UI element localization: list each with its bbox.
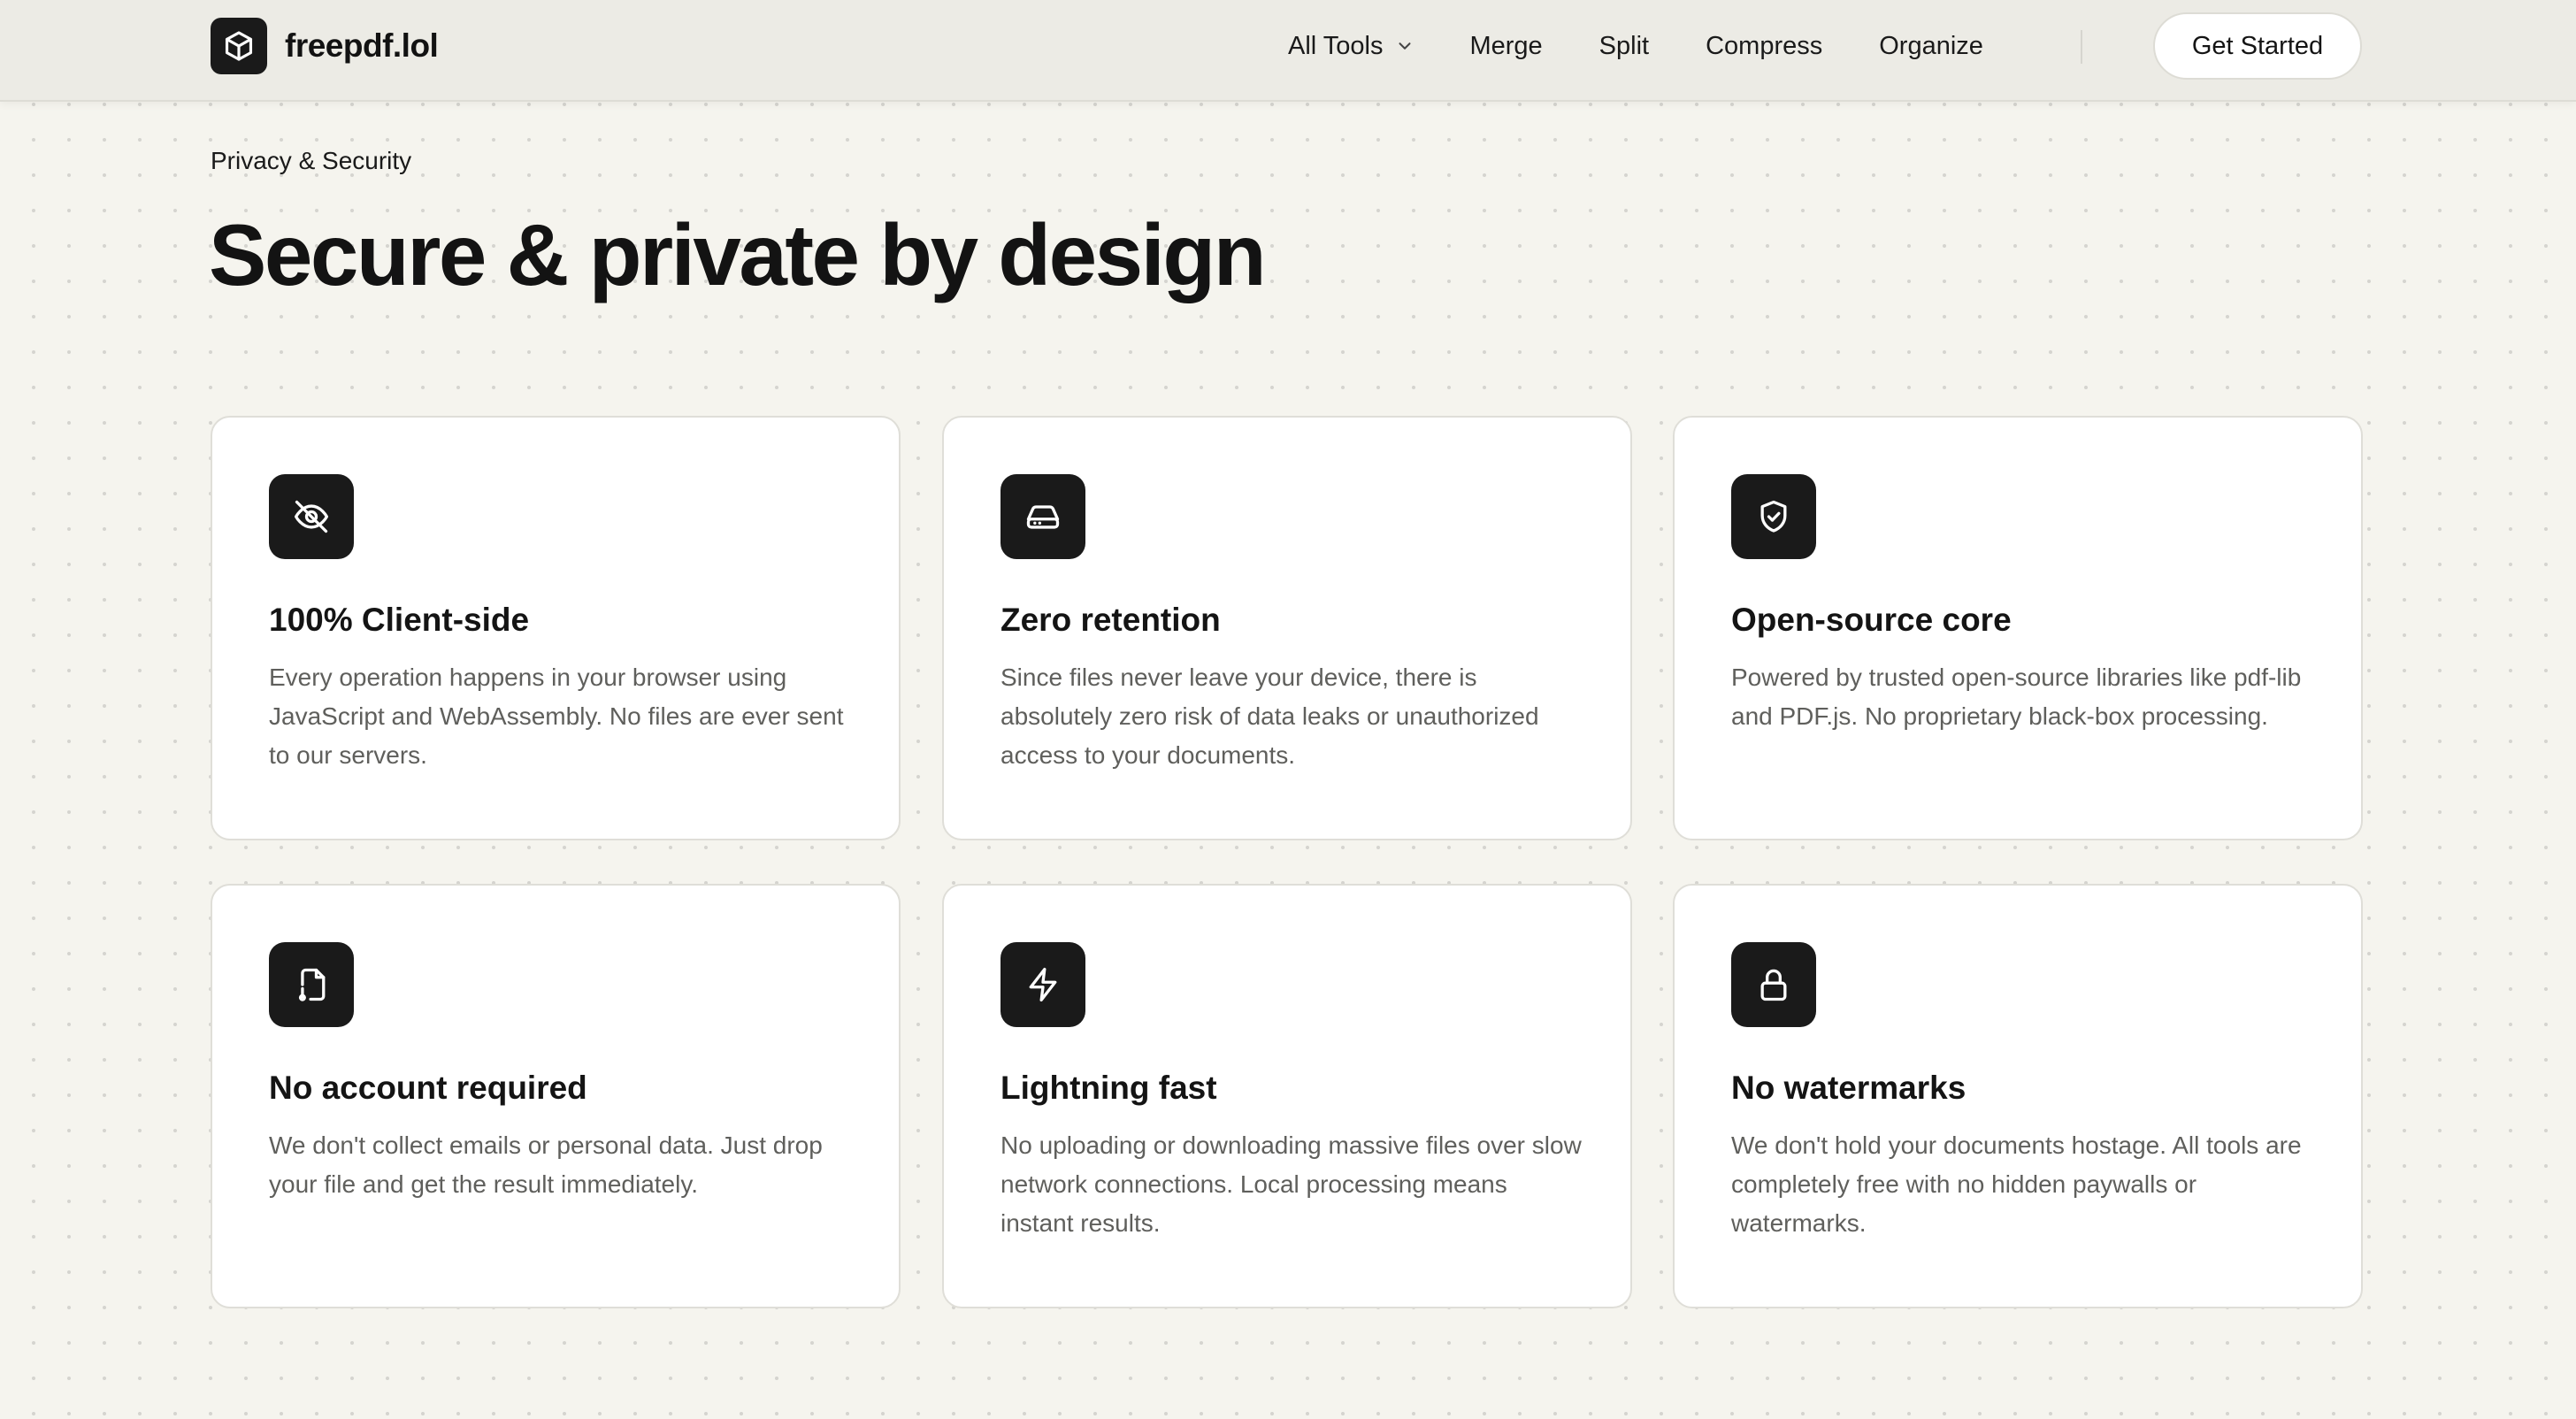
nav-split-link[interactable]: Split <box>1599 32 1649 61</box>
shield-check-icon <box>1731 474 1816 559</box>
feature-description: We don't collect emails or personal data… <box>269 1131 823 1198</box>
feature-card-client-side: 100% Client-side Every operation happens… <box>211 416 901 840</box>
nav-merge-link[interactable]: Merge <box>1469 32 1542 61</box>
nav-divider <box>2081 30 2082 64</box>
nav-organize-link[interactable]: Organize <box>1879 32 1983 61</box>
feature-description: No uploading or downloading massive file… <box>1000 1131 1582 1237</box>
feature-card-no-watermarks: No watermarks We don't hold your documen… <box>1673 884 2363 1308</box>
lock-icon <box>1731 942 1816 1027</box>
hard-drive-icon <box>1000 474 1085 559</box>
page-title: Secure & private by design <box>209 206 1267 303</box>
brand-name: freepdf.lol <box>285 27 439 64</box>
lightning-icon <box>1000 942 1085 1027</box>
feature-card-zero-retention: Zero retention Since files never leave y… <box>942 416 1632 840</box>
nav-compress-link[interactable]: Compress <box>1706 32 1822 61</box>
feature-title: Zero retention <box>1000 602 1221 638</box>
nav-all-tools-label: All Tools <box>1288 31 1384 60</box>
feature-title: 100% Client-side <box>269 602 530 638</box>
main-nav: All Tools Merge Split Compress Organize <box>1288 0 1983 92</box>
feature-title: Lightning fast <box>1000 1070 1217 1106</box>
site-header: freepdf.lol All Tools Merge Split Compre… <box>0 0 2576 102</box>
get-started-button[interactable]: Get Started <box>2153 12 2362 80</box>
brand-logo-link[interactable]: freepdf.lol <box>211 18 439 74</box>
feature-title: No account required <box>269 1070 587 1106</box>
feature-title: No watermarks <box>1731 1070 1966 1106</box>
chevron-down-icon <box>1395 36 1414 56</box>
feature-description: Since files never leave your device, the… <box>1000 663 1539 769</box>
feature-description: Powered by trusted open-source libraries… <box>1731 663 2302 730</box>
file-lock-icon <box>269 942 354 1027</box>
feature-card-lightning-fast: Lightning fast No uploading or downloadi… <box>942 884 1632 1308</box>
section-eyebrow: Privacy & Security <box>211 147 412 174</box>
feature-description: Every operation happens in your browser … <box>269 663 844 769</box>
feature-card-open-source: Open-source core Powered by trusted open… <box>1673 416 2363 840</box>
feature-description: We don't hold your documents hostage. Al… <box>1731 1131 2302 1237</box>
feature-title: Open-source core <box>1731 602 2012 638</box>
eye-off-icon <box>269 474 354 559</box>
nav-all-tools-dropdown[interactable]: All Tools <box>1288 32 1414 61</box>
feature-card-no-account: No account required We don't collect ema… <box>211 884 901 1308</box>
cube-icon <box>211 18 267 74</box>
